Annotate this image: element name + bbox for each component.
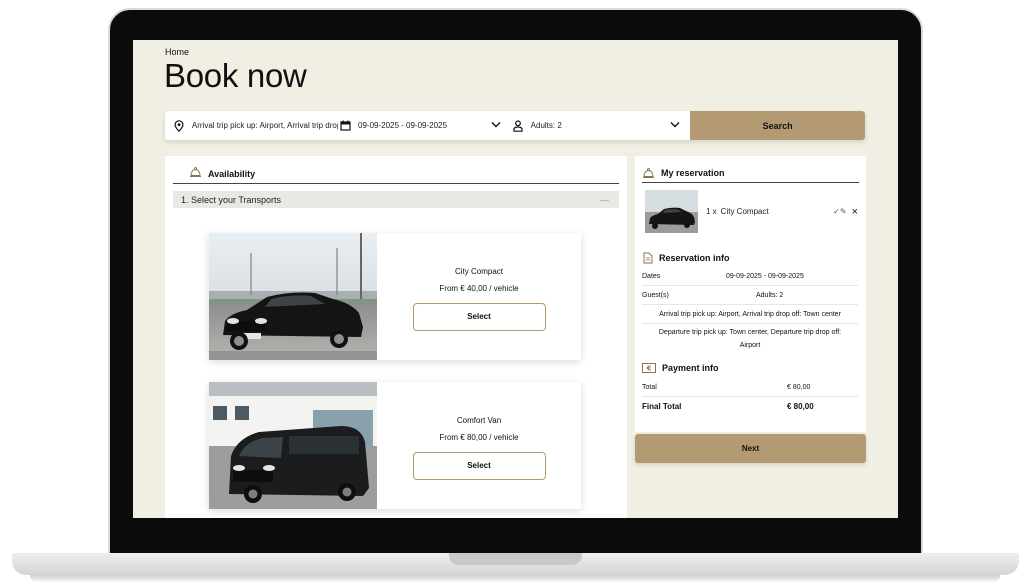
bell-icon	[189, 165, 202, 183]
svg-text:€: €	[646, 365, 652, 373]
step-select-transports[interactable]: 1. Select your Transports —	[173, 191, 619, 208]
transport-name: City Compact	[454, 266, 503, 276]
departure-trip-row: Departure trip pick up: Town center, Dep…	[642, 325, 858, 353]
dates-value: 09-09-2025 - 09-09-2025	[358, 121, 447, 130]
select-button[interactable]: Select	[412, 302, 546, 331]
chevron-down-icon[interactable]	[670, 121, 680, 130]
black-sedan-thumbnail	[645, 190, 698, 233]
item-actions: ✓✎ ×	[828, 206, 858, 218]
transport-price: From € 80,00 / vehicle	[439, 432, 519, 442]
search-bar: Arrival trip pick up: Airport, Arrival t…	[165, 111, 865, 140]
transport-name: Comfort Van	[456, 415, 502, 425]
total-label: Total	[642, 383, 657, 391]
chevron-down-icon[interactable]	[491, 121, 501, 130]
edit-icon[interactable]: ✓✎	[833, 207, 846, 216]
calendar-icon	[338, 120, 352, 131]
reservation-header: My reservation	[642, 163, 859, 183]
final-total-label: Final Total	[642, 402, 682, 411]
final-total-value: € 80,00	[787, 402, 814, 411]
laptop-shadow	[30, 575, 1000, 583]
reservation-info-title: Reservation info	[642, 252, 730, 264]
select-button[interactable]: Select	[412, 451, 546, 480]
collapse-icon[interactable]: —	[600, 195, 609, 205]
page-title: Book now	[164, 57, 307, 94]
availability-header: Availability	[173, 164, 619, 184]
close-icon[interactable]: ×	[852, 206, 858, 218]
euro-note-icon: €	[642, 363, 656, 373]
availability-panel: Availability 1. Select your Transports —	[165, 156, 627, 518]
item-quantity: 1 x	[706, 207, 717, 216]
transport-price: From € 40,00 / vehicle	[439, 283, 519, 293]
next-button[interactable]: Next	[635, 434, 866, 463]
dates-label: Dates	[642, 273, 661, 280]
arrival-trip-row: Arrival trip pick up: Airport, Arrival t…	[642, 306, 858, 324]
guests-field[interactable]: Adults: 2	[511, 111, 691, 140]
guests-value: Adults: 2	[530, 121, 562, 130]
document-icon	[642, 252, 653, 264]
total-row: Total € 80,00	[642, 378, 858, 397]
total-value: € 80,00	[787, 383, 811, 391]
guests-value: Adults: 2	[756, 292, 784, 299]
dates-value: 09-09-2025 - 09-09-2025	[726, 273, 804, 280]
dates-row: Dates 09-09-2025 - 09-09-2025	[642, 268, 858, 286]
transport-details: Comfort Van From € 80,00 / vehicle Selec…	[377, 382, 581, 509]
reservation-title: My reservation	[661, 167, 725, 178]
guests-label: Guest(s)	[642, 292, 669, 299]
breadcrumb[interactable]: Home	[165, 47, 189, 57]
departure-trip-text: Departure trip pick up: Town center, Dep…	[658, 329, 842, 349]
transport-details: City Compact From € 40,00 / vehicle Sele…	[377, 233, 581, 360]
payment-info-title: € Payment info	[642, 363, 719, 373]
step-label: 1. Select your Transports	[181, 194, 282, 205]
map-pin-icon	[172, 119, 186, 132]
availability-label: Availability	[208, 168, 256, 179]
final-total-row: Final Total € 80,00	[642, 398, 858, 415]
transport-card: City Compact From € 40,00 / vehicle Sele…	[209, 233, 581, 360]
person-icon	[511, 119, 525, 132]
reservation-item: 1 x City Compact ✓✎ ×	[645, 190, 858, 233]
location-field[interactable]: Arrival trip pick up: Airport, Arrival t…	[165, 111, 338, 140]
black-van-photo	[209, 382, 377, 509]
transport-card: Comfort Van From € 80,00 / vehicle Selec…	[209, 382, 581, 509]
arrival-trip-text: Arrival trip pick up: Airport, Arrival t…	[659, 311, 841, 318]
black-sedan-photo	[209, 233, 377, 360]
reservation-panel: My reservation 1 x City Compact ✓✎ × Res…	[635, 156, 866, 432]
laptop-notch	[449, 553, 582, 565]
dates-field[interactable]: 09-09-2025 - 09-09-2025	[338, 111, 511, 140]
bell-icon	[642, 167, 655, 179]
guests-row: Guest(s) Adults: 2	[642, 287, 858, 305]
search-button[interactable]: Search	[690, 111, 865, 140]
browser-screen: Home Book now Arrival trip pick up: Airp…	[133, 40, 898, 518]
location-value: Arrival trip pick up: Airport, Arrival t…	[191, 121, 338, 130]
item-name: City Compact	[720, 207, 769, 216]
